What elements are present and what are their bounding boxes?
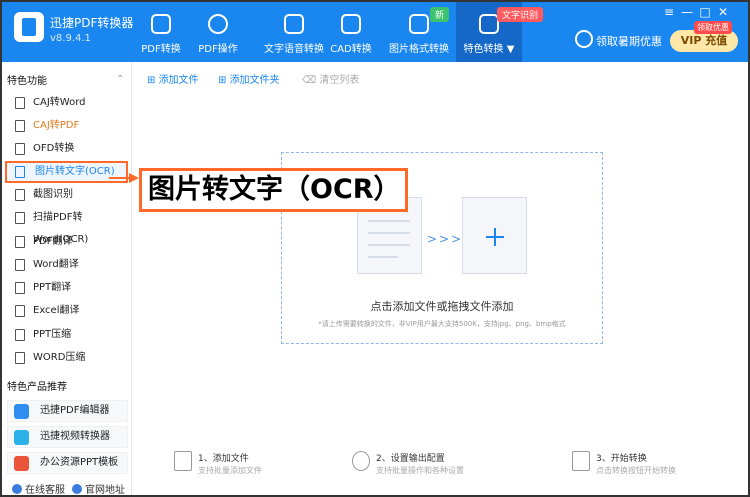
maximize-icon[interactable]: □ — [698, 5, 712, 19]
online-support-link[interactable]: 在线客服 — [12, 481, 65, 495]
app-name: 迅捷PDF转换器 — [50, 16, 134, 30]
nav-pdf-operate[interactable]: PDF操作 — [185, 2, 251, 62]
trash-icon: ⌫ — [302, 75, 320, 86]
nav-special-label: 特色转换 — [463, 44, 504, 55]
translate-icon — [15, 236, 25, 248]
clear-list-button[interactable]: ⌫ 清空列表 — [302, 71, 359, 86]
sidebar-item-caj-word[interactable]: CAJ转Word — [5, 92, 128, 114]
add-file-button[interactable]: ⊞ 添加文件 — [147, 71, 199, 86]
translate-icon — [15, 305, 25, 317]
sidebar-item-pdf-translate[interactable]: PDF翻译 — [5, 231, 128, 253]
arrow-right-icon: >>> — [427, 232, 464, 246]
gear-icon — [352, 451, 370, 471]
compress-icon — [15, 329, 25, 341]
app-window: 迅捷PDF转换器 v8.9.4.1 PDF转换 PDF操作 文字语音转换 CAD… — [0, 0, 750, 497]
section-title-products: 特色产品推荐 — [7, 382, 67, 393]
user-icon — [575, 30, 593, 48]
sidebar-item-ppt-translate[interactable]: PPT翻译 — [5, 277, 128, 299]
download-box-icon — [341, 14, 361, 34]
support-icon — [12, 484, 22, 494]
menu-icon[interactable]: ≡ — [662, 5, 676, 19]
star-box-icon — [479, 14, 499, 34]
sidebar-item-caj-pdf[interactable]: CAJ转PDF — [5, 115, 128, 137]
document-icon — [15, 97, 25, 109]
add-file-plus-button[interactable] — [462, 197, 527, 274]
convert-icon — [572, 451, 590, 471]
image-icon — [409, 14, 429, 34]
minimize-icon[interactable]: — — [680, 5, 694, 19]
document-icon — [15, 143, 25, 155]
text-image-icon — [15, 166, 25, 178]
sidebar-item-ppt-compress[interactable]: PPT压缩 — [5, 324, 128, 346]
translate-icon — [15, 259, 25, 271]
sidebar-item-screenshot[interactable]: 截图识别 — [5, 184, 128, 206]
pdf-editor-icon — [14, 404, 29, 419]
convert-icon — [151, 14, 171, 34]
document-icon — [15, 120, 25, 132]
scan-icon — [15, 212, 25, 224]
add-folder-button[interactable]: ⊞ 添加文件夹 — [218, 71, 280, 86]
add-icon: ⊞ — [147, 75, 159, 86]
product-pdf-editor[interactable]: 迅捷PDF编辑器 — [7, 400, 128, 422]
file-add-icon — [174, 451, 192, 471]
nav-cad-convert[interactable]: CAD转换 — [318, 2, 384, 62]
translate-icon — [15, 282, 25, 294]
annotation-callout: 图片转文字（OCR） — [139, 168, 408, 212]
sidebar-item-excel-translate[interactable]: Excel翻译 — [5, 300, 128, 322]
sidebar-item-scan-pdf[interactable]: 扫描PDF转Word(OCR) — [5, 207, 128, 245]
drop-zone-title: 点击添加文件或拖拽文件添加 — [370, 300, 514, 313]
product-ppt-templates[interactable]: 办公资源PPT模板 — [7, 452, 128, 474]
app-version: v8.9.4.1 — [50, 33, 91, 44]
video-converter-icon — [14, 430, 29, 445]
section-title-features: 特色功能 — [7, 76, 47, 87]
screenshot-icon — [15, 189, 25, 201]
callout-arrow-icon — [129, 173, 139, 183]
home-icon — [72, 484, 82, 494]
product-video-converter[interactable]: 迅捷视频转换器 — [7, 426, 128, 448]
compress-icon — [15, 352, 25, 364]
drop-zone-hint: *请上传需要转换的文件，非VIP用户最大支持500K，支持jpg、png、bmp… — [318, 320, 566, 328]
top-bar: 迅捷PDF转换器 v8.9.4.1 PDF转换 PDF操作 文字语音转换 CAD… — [2, 2, 748, 62]
official-site-link[interactable]: 官网地址 — [72, 481, 125, 495]
sidebar-item-word-translate[interactable]: Word翻译 — [5, 254, 128, 276]
new-badge: 新 — [430, 7, 450, 22]
app-logo-icon — [14, 12, 44, 42]
office-templates-icon — [14, 456, 29, 471]
close-icon[interactable]: ✕ — [716, 5, 730, 19]
sidebar-item-ofd[interactable]: OFD转换 — [5, 138, 128, 160]
chevron-up-icon[interactable]: ⌃ — [116, 74, 124, 85]
vip-promo-tag: 领取优惠 — [694, 21, 732, 34]
sidebar-item-image-ocr[interactable]: 图片转文字(OCR) — [5, 161, 128, 183]
ocr-badge: 文字识别 — [497, 7, 544, 22]
gear-icon — [208, 14, 228, 34]
chevron-down-icon: ▼ — [506, 44, 515, 55]
audio-icon — [284, 14, 304, 34]
sidebar-item-word-compress[interactable]: WORD压缩 — [5, 347, 128, 369]
vip-promo-link[interactable]: 领取暑期优惠 — [596, 33, 662, 49]
folder-add-icon: ⊞ — [218, 75, 230, 86]
